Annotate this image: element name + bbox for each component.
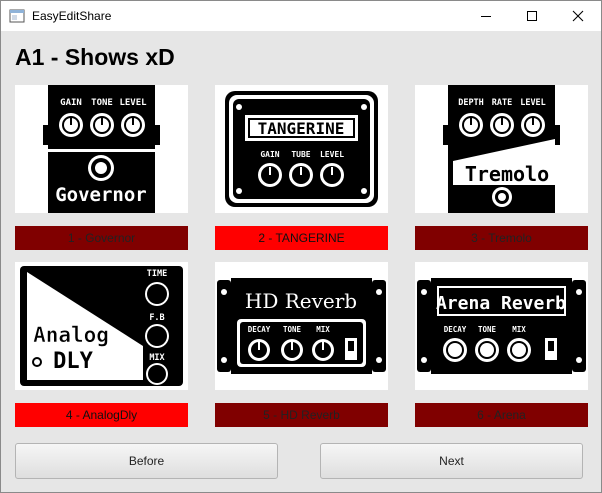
svg-text:TONE: TONE <box>478 325 497 334</box>
svg-text:HD Reverb: HD Reverb <box>245 289 357 313</box>
pedal-tile-hd-reverb: HD Reverb DECAY TONE MIX 5 - HD Reverb <box>215 262 388 427</box>
svg-text:Governor: Governor <box>55 184 147 206</box>
svg-text:LEVEL: LEVEL <box>520 98 546 108</box>
svg-text:MIX: MIX <box>512 325 526 334</box>
svg-text:F.B: F.B <box>149 313 164 323</box>
hd-reverb-pedal-image[interactable]: HD Reverb DECAY TONE MIX <box>215 262 388 390</box>
svg-text:Analog: Analog <box>33 323 109 347</box>
svg-text:Tremolo: Tremolo <box>465 162 549 186</box>
before-button[interactable]: Before <box>15 443 278 479</box>
pedal-label-analogdly[interactable]: 4 - AnalogDly <box>15 403 188 427</box>
pedal-grid: GAIN TONE LEVEL Governor 1 - Governor TA… <box>15 85 588 427</box>
svg-text:TUBE: TUBE <box>291 150 310 159</box>
svg-text:LEVEL: LEVEL <box>320 150 344 159</box>
minimize-button[interactable] <box>463 1 509 31</box>
svg-text:GAIN: GAIN <box>260 150 279 159</box>
svg-text:RATE: RATE <box>492 98 512 108</box>
pedal-label-tremolo[interactable]: 3 - Tremolo <box>415 226 588 250</box>
svg-text:TIME: TIME <box>147 269 167 279</box>
app-icon <box>9 9 25 23</box>
tangerine-pedal-image[interactable]: TANGERINE GAIN TUBE LEVEL <box>215 85 388 213</box>
svg-text:DLY: DLY <box>53 349 93 374</box>
svg-text:TONE: TONE <box>283 325 302 334</box>
pedal-label-governor[interactable]: 1 - Governor <box>15 226 188 250</box>
preset-title: A1 - Shows xD <box>15 44 175 70</box>
analogdly-pedal-image[interactable]: Analog DLY TIME F.B MIX <box>15 262 188 390</box>
title-bar: EasyEditShare <box>1 1 601 31</box>
close-button[interactable] <box>555 1 601 31</box>
svg-text:TONE: TONE <box>91 98 113 108</box>
pedal-label-hd-reverb[interactable]: 5 - HD Reverb <box>215 403 388 427</box>
pedal-tile-analogdly: Analog DLY TIME F.B MIX 4 - AnalogDly <box>15 262 188 427</box>
pedal-label-tangerine[interactable]: 2 - TANGERINE <box>215 226 388 250</box>
next-button[interactable]: Next <box>320 443 583 479</box>
svg-text:Arena Reverb: Arena Reverb <box>436 293 566 314</box>
svg-text:LEVEL: LEVEL <box>119 98 147 108</box>
app-window: EasyEditShare A1 - Shows xD GAIN TONE LE… <box>0 0 602 493</box>
main-content: A1 - Shows xD GAIN TONE LEVEL Governor 1… <box>1 31 601 492</box>
close-icon <box>572 10 584 22</box>
maximize-icon <box>527 11 537 21</box>
svg-text:DECAY: DECAY <box>248 325 271 334</box>
window-title: EasyEditShare <box>32 9 112 23</box>
svg-text:DECAY: DECAY <box>444 325 467 334</box>
pedal-tile-governor: GAIN TONE LEVEL Governor 1 - Governor <box>15 85 188 250</box>
arena-reverb-pedal-image[interactable]: Arena Reverb DECAY TONE MIX <box>415 262 588 390</box>
tremolo-pedal-image[interactable]: DEPTH RATE LEVEL Tremolo <box>415 85 588 213</box>
governor-pedal-image[interactable]: GAIN TONE LEVEL Governor <box>15 85 188 213</box>
pedal-label-arena[interactable]: 6 - Arena <box>415 403 588 427</box>
pedal-tile-tangerine: TANGERINE GAIN TUBE LEVEL 2 - TANGERINE <box>215 85 388 250</box>
svg-text:GAIN: GAIN <box>60 98 82 108</box>
pedal-tile-tremolo: DEPTH RATE LEVEL Tremolo 3 - Tremolo <box>415 85 588 250</box>
svg-text:TANGERINE: TANGERINE <box>258 119 345 138</box>
pedal-tile-arena: Arena Reverb DECAY TONE MIX 6 - Arena <box>415 262 588 427</box>
maximize-button[interactable] <box>509 1 555 31</box>
minimize-icon <box>481 16 491 17</box>
svg-text:MIX: MIX <box>316 325 330 334</box>
svg-text:MIX: MIX <box>149 353 164 363</box>
svg-text:DEPTH: DEPTH <box>458 98 484 108</box>
